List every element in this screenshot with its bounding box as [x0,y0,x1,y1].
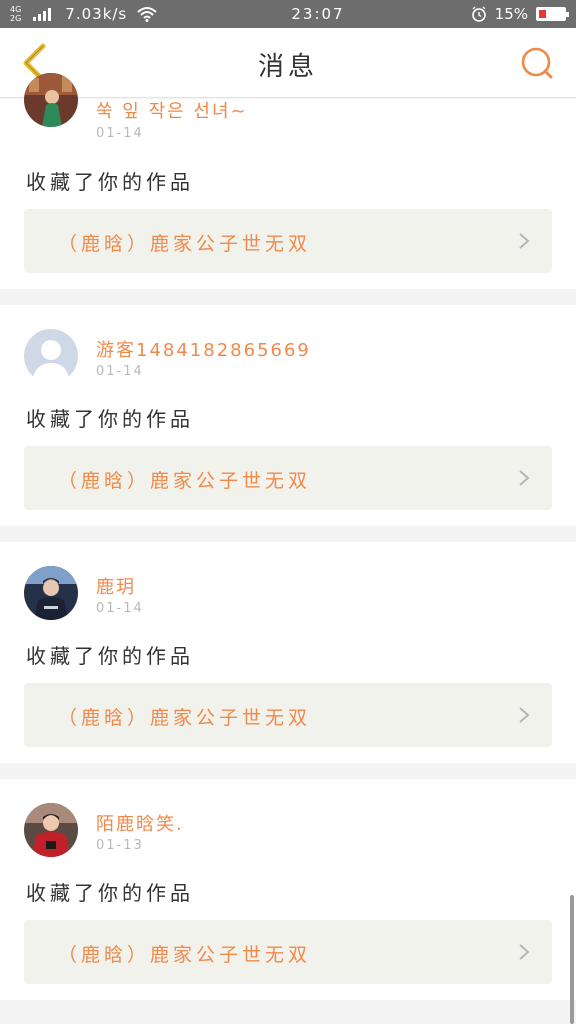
avatar[interactable] [24,566,78,620]
work-title: （鹿晗）鹿家公子世无双 [58,944,312,966]
divider [0,289,576,305]
list-item: 쑥 잎 작은 선녀~ 01-14 收藏了你的作品 （鹿晗）鹿家公子世无双 [0,73,576,289]
divider [0,526,576,542]
user-name[interactable]: 쑥 잎 작은 선녀~ [96,97,248,123]
user-name[interactable]: 游客1484182865669 [96,336,311,362]
work-card[interactable]: （鹿晗）鹿家公子世无双 [24,209,552,273]
message-list: 쑥 잎 작은 선녀~ 01-14 收藏了你的作品 （鹿晗）鹿家公子世无双 游客1… [0,73,576,1016]
work-title: （鹿晗）鹿家公子世无双 [58,707,312,729]
alarm-icon [471,6,486,22]
chevron-right-icon [519,707,530,723]
divider [0,1000,576,1016]
work-title: （鹿晗）鹿家公子世无双 [58,470,312,492]
default-avatar-icon[interactable] [24,329,78,383]
avatar[interactable] [24,73,78,127]
signal-icon [33,7,52,21]
message-time: 01-14 [96,364,144,379]
clock: 23:07 [291,5,345,23]
work-title: （鹿晗）鹿家公子世无双 [58,233,312,255]
scrollbar[interactable] [570,895,574,1024]
work-card[interactable]: （鹿晗）鹿家公子世无双 [24,920,552,984]
message-action: 收藏了你的作品 [26,644,194,668]
wifi-icon [137,7,157,22]
screen: 4G 2G 7.03k/s 23:07 15% 消息 쑥 잎 작은 선녀~ 01… [0,0,576,1024]
message-action: 收藏了你的作品 [26,407,194,431]
search-button[interactable] [516,42,558,84]
message-time: 01-14 [96,601,144,616]
page-title: 消息 [257,52,318,82]
network-type: 4G 2G [10,5,21,23]
top-bar: 消息 [0,28,576,98]
avatar[interactable] [24,803,78,857]
search-icon [521,47,553,79]
network-speed: 7.03k/s [65,5,128,23]
message-time: 01-13 [96,838,144,853]
work-card[interactable]: （鹿晗）鹿家公子世无双 [24,683,552,747]
message-action: 收藏了你的作品 [26,170,194,194]
user-name[interactable]: 鹿玥 [96,573,136,599]
divider [0,763,576,779]
network-bottom: 2G [10,14,22,23]
chevron-right-icon [519,470,530,486]
message-action: 收藏了你的作品 [26,881,194,905]
list-item: 鹿玥 01-14 收藏了你的作品 （鹿晗）鹿家公子世无双 [0,542,576,763]
status-bar: 4G 2G 7.03k/s 23:07 15% [0,0,576,28]
message-time: 01-14 [96,126,144,141]
list-item: 陌鹿晗笑. 01-13 收藏了你的作品 （鹿晗）鹿家公子世无双 [0,779,576,1000]
list-item: 游客1484182865669 01-14 收藏了你的作品 （鹿晗）鹿家公子世无… [0,305,576,526]
network-top: 4G [10,5,22,14]
work-card[interactable]: （鹿晗）鹿家公子世无双 [24,446,552,510]
user-name[interactable]: 陌鹿晗笑. [96,810,184,836]
chevron-right-icon [519,233,530,249]
battery-percent: 15% [494,5,528,23]
battery-icon [536,7,569,21]
chevron-right-icon [519,944,530,960]
